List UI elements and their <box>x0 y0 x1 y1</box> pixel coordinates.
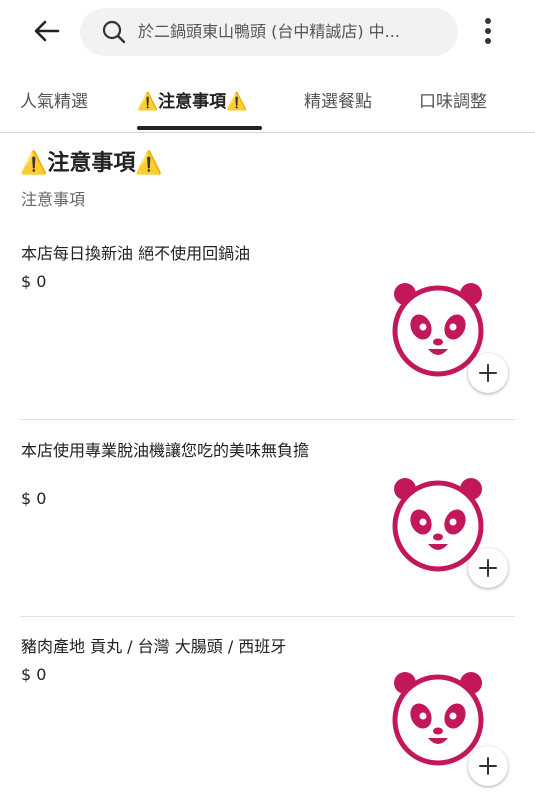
item-price: $ 0 <box>21 272 47 291</box>
arrow-left-icon <box>34 20 60 42</box>
plus-icon <box>479 364 497 382</box>
item-name: 本店使用專業脫油機讓您吃的美味無負擔 <box>21 441 310 460</box>
item-price: $ 0 <box>21 489 47 508</box>
tab-featured-meals[interactable]: 精選餐點 <box>304 90 372 114</box>
category-tabs: 人氣精選 ⚠️注意事項⚠️ 精選餐點 口味調整 <box>0 76 535 133</box>
tab-popular[interactable]: 人氣精選 <box>20 90 88 114</box>
section-title: ⚠️注意事項⚠️ <box>20 151 163 176</box>
list-item[interactable]: 本店每日換新油 絕不使用回鍋油 $ 0 <box>0 243 535 413</box>
item-name: 本店每日換新油 絕不使用回鍋油 <box>21 244 251 263</box>
search-input[interactable]: 於二鍋頭東山鴨頭 (台中精誠店) 中... <box>80 8 458 56</box>
add-item-button[interactable] <box>468 548 508 588</box>
tab-notice[interactable]: ⚠️注意事項⚠️ <box>137 90 247 114</box>
search-text: 於二鍋頭東山鴨頭 (台中精誠店) 中... <box>138 22 400 41</box>
more-vertical-icon <box>485 18 491 44</box>
tab-flavor-adjust[interactable]: 口味調整 <box>419 90 487 114</box>
add-item-button[interactable] <box>468 353 508 393</box>
divider <box>20 419 515 420</box>
active-tab-indicator <box>137 126 262 130</box>
list-item[interactable]: 豬肉產地 貢丸 / 台灣 大腸頭 / 西班牙 $ 0 <box>0 636 535 800</box>
more-options-button[interactable] <box>474 14 502 48</box>
top-bar: 於二鍋頭東山鴨頭 (台中精誠店) 中... <box>0 0 535 64</box>
plus-icon <box>479 757 497 775</box>
section-subtitle: 注意事項 <box>21 190 86 209</box>
list-item[interactable]: 本店使用專業脫油機讓您吃的美味無負擔 $ 0 <box>0 440 535 610</box>
divider <box>20 616 515 617</box>
item-name: 豬肉產地 貢丸 / 台灣 大腸頭 / 西班牙 <box>21 637 287 656</box>
item-price: $ 0 <box>21 665 47 684</box>
back-button[interactable] <box>30 14 64 48</box>
add-item-button[interactable] <box>468 746 508 786</box>
search-icon <box>102 20 126 44</box>
plus-icon <box>479 559 497 577</box>
